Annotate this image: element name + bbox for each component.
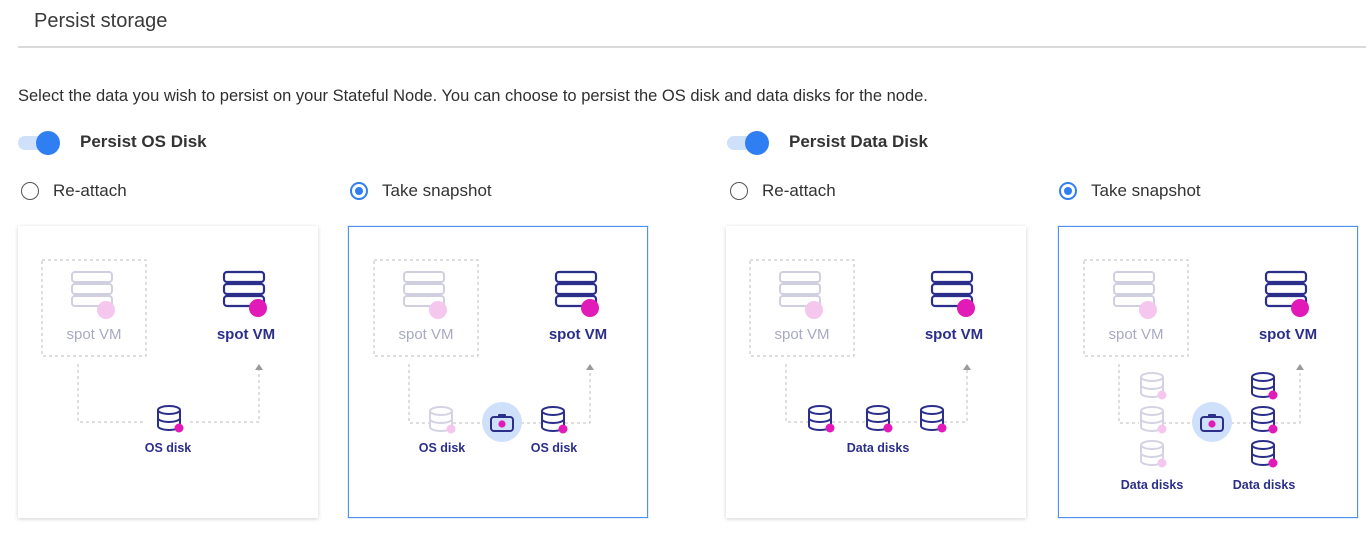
target-badge-icon bbox=[581, 299, 599, 317]
faded-disk-badge-icon bbox=[1157, 424, 1167, 434]
data-snapshot-option[interactable]: Take snapshot bbox=[1059, 181, 1201, 201]
disk-label: OS disk bbox=[145, 441, 192, 455]
source-badge-icon bbox=[429, 301, 447, 319]
target-vm-label: spot VM bbox=[1259, 326, 1317, 343]
toggle-knob bbox=[745, 131, 769, 155]
data-reattach-card[interactable]: spot VM spot VM Data disks bbox=[726, 226, 1026, 518]
toggle-knob bbox=[36, 131, 60, 155]
disk-label: Data disks bbox=[847, 441, 910, 455]
disk-badge-icon bbox=[825, 423, 835, 433]
section-divider bbox=[18, 46, 1366, 48]
left-disk-label: Data disks bbox=[1121, 478, 1184, 492]
disk-badge-icon bbox=[1268, 390, 1278, 400]
left-disk-label: OS disk bbox=[419, 441, 466, 455]
os-reattach-option[interactable]: Re-attach bbox=[21, 181, 127, 201]
os-snapshot-label: Take snapshot bbox=[382, 181, 492, 200]
source-server-icon bbox=[403, 271, 445, 307]
section-title: Persist storage bbox=[34, 10, 168, 32]
source-server-icon bbox=[1113, 271, 1155, 307]
faded-disk-badge-icon bbox=[1157, 458, 1167, 468]
source-vm-label: spot VM bbox=[1108, 326, 1163, 343]
disk-badge-icon bbox=[558, 424, 568, 434]
target-badge-icon bbox=[1291, 299, 1309, 317]
disk-badge-icon bbox=[174, 423, 184, 433]
flow-arrow-icon bbox=[586, 364, 594, 370]
os-reattach-radio[interactable] bbox=[21, 182, 39, 200]
flow-arrow-icon bbox=[255, 364, 263, 370]
target-badge-icon bbox=[249, 299, 267, 317]
right-disk-label: Data disks bbox=[1233, 478, 1296, 492]
target-vm-label: spot VM bbox=[925, 326, 983, 343]
persist-description: Select the data you wish to persist on y… bbox=[18, 87, 928, 105]
faded-disk-badge-icon bbox=[1157, 390, 1167, 400]
target-badge-icon bbox=[957, 299, 975, 317]
flow-arrow-icon bbox=[1296, 364, 1304, 370]
persist-data-disk-row: Persist Data Disk bbox=[727, 130, 928, 155]
disk-badge-icon bbox=[1268, 424, 1278, 434]
source-server-icon bbox=[71, 271, 113, 307]
persist-os-disk-toggle[interactable] bbox=[18, 130, 60, 155]
os-snapshot-option[interactable]: Take snapshot bbox=[350, 181, 492, 201]
disk-badge-icon bbox=[1268, 458, 1278, 468]
data-snapshot-label: Take snapshot bbox=[1091, 181, 1201, 200]
flow-arrow-icon bbox=[963, 364, 971, 370]
right-disk-label: OS disk bbox=[531, 441, 578, 455]
source-vm-label: spot VM bbox=[66, 326, 121, 343]
data-reattach-option[interactable]: Re-attach bbox=[730, 181, 836, 201]
persist-os-disk-row: Persist OS Disk bbox=[18, 130, 207, 155]
disk-badge-icon bbox=[883, 423, 893, 433]
data-snapshot-card[interactable]: spot VM spot VM Data disks Data disks bbox=[1058, 226, 1358, 518]
disk-badge-icon bbox=[937, 423, 947, 433]
data-snapshot-radio[interactable] bbox=[1059, 182, 1077, 200]
source-badge-icon bbox=[97, 301, 115, 319]
faded-disk-badge-icon bbox=[446, 424, 456, 434]
source-badge-icon bbox=[1139, 301, 1157, 319]
persist-data-disk-toggle[interactable] bbox=[727, 130, 769, 155]
target-vm-label: spot VM bbox=[549, 326, 607, 343]
persist-os-disk-label: Persist OS Disk bbox=[80, 132, 207, 151]
os-snapshot-radio[interactable] bbox=[350, 182, 368, 200]
data-reattach-label: Re-attach bbox=[762, 181, 836, 200]
persist-data-disk-label: Persist Data Disk bbox=[789, 132, 928, 151]
data-reattach-radio[interactable] bbox=[730, 182, 748, 200]
source-vm-label: spot VM bbox=[774, 326, 829, 343]
source-server-icon bbox=[779, 271, 821, 307]
os-snapshot-card[interactable]: spot VM spot VM OS disk OS disk bbox=[348, 226, 648, 518]
source-vm-label: spot VM bbox=[398, 326, 453, 343]
os-reattach-card[interactable]: spot VM spot VM OS disk bbox=[18, 226, 318, 518]
source-badge-icon bbox=[805, 301, 823, 319]
target-vm-label: spot VM bbox=[217, 326, 275, 343]
os-reattach-label: Re-attach bbox=[53, 181, 127, 200]
